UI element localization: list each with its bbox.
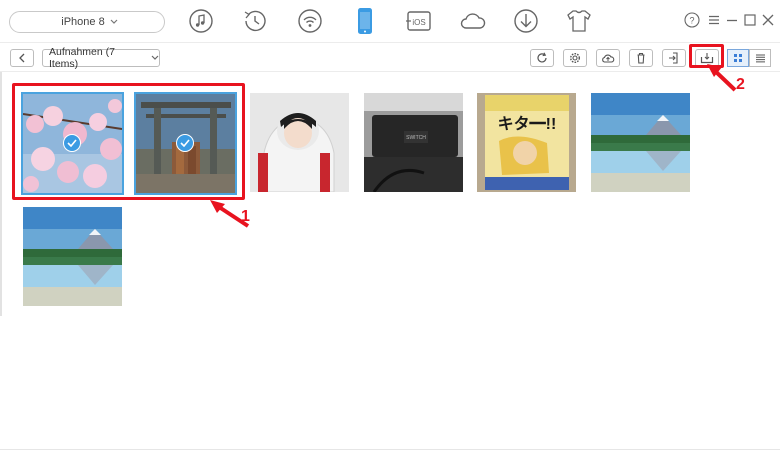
- maximize-icon[interactable]: [742, 12, 758, 28]
- chevron-left-icon: [19, 53, 25, 63]
- history-icon[interactable]: [240, 6, 270, 36]
- device-selector[interactable]: iPhone 8: [9, 11, 165, 33]
- svg-text:?: ?: [689, 16, 694, 26]
- settings-button[interactable]: [563, 49, 587, 67]
- photo-thumbnail[interactable]: [591, 93, 690, 192]
- photo-thumbnail[interactable]: [23, 207, 122, 306]
- chevron-down-icon: [151, 55, 159, 60]
- top-bar: iPhone 8 iOS ?: [0, 0, 780, 42]
- upload-button[interactable]: [596, 49, 620, 67]
- minimize-icon[interactable]: [724, 12, 740, 28]
- gear-icon: [569, 52, 581, 64]
- cloud-icon[interactable]: [458, 6, 488, 36]
- photo-thumbnail[interactable]: SWITCH: [364, 93, 463, 192]
- list-icon: [755, 54, 765, 63]
- callout-number-1: 1: [241, 208, 250, 225]
- photo-toolbar: Aufnahmen (7 Items): [0, 42, 780, 72]
- wifi-icon[interactable]: [295, 6, 325, 36]
- status-divider: [0, 449, 780, 450]
- help-icon[interactable]: ?: [684, 12, 700, 28]
- photo-thumbnail[interactable]: キタ━!!: [477, 93, 576, 192]
- callout-number-2: 2: [736, 76, 745, 93]
- nintendo-switch-image: SWITCH: [364, 93, 463, 192]
- download-icon[interactable]: [511, 6, 541, 36]
- ios-icon[interactable]: iOS: [404, 6, 434, 36]
- shirt-icon[interactable]: [564, 6, 594, 36]
- svg-text:キタ━!!: キタ━!!: [498, 115, 557, 133]
- refresh-button[interactable]: [530, 49, 554, 67]
- scroll-edge: [0, 72, 2, 316]
- music-icon[interactable]: [186, 6, 216, 36]
- cloud-upload-icon: [602, 54, 615, 63]
- album-label: Aufnahmen (7 Items): [49, 46, 115, 70]
- svg-text:iOS: iOS: [412, 18, 425, 27]
- close-icon[interactable]: [760, 12, 776, 28]
- svg-text:SWITCH: SWITCH: [406, 135, 426, 141]
- annotation-box-selection: [12, 83, 245, 200]
- back-button[interactable]: [10, 49, 34, 67]
- manga-book-image: キタ━!!: [477, 93, 576, 192]
- phone-icon[interactable]: [350, 6, 380, 36]
- lake-mountain-image: [591, 93, 690, 192]
- trash-icon: [637, 52, 645, 64]
- refresh-icon: [537, 52, 547, 63]
- photo-thumbnail[interactable]: [250, 93, 349, 192]
- delete-button[interactable]: [629, 49, 653, 67]
- person-hood-image: [250, 93, 349, 192]
- export-icon: [669, 52, 678, 64]
- chevron-down-icon: [110, 19, 118, 24]
- lake-mountain-image: [23, 207, 122, 306]
- export-to-computer-button[interactable]: [662, 49, 686, 67]
- list-view-button[interactable]: [749, 49, 771, 67]
- device-name: iPhone 8: [61, 16, 105, 28]
- menu-icon[interactable]: [706, 12, 722, 28]
- album-dropdown[interactable]: Aufnahmen (7 Items): [42, 46, 160, 70]
